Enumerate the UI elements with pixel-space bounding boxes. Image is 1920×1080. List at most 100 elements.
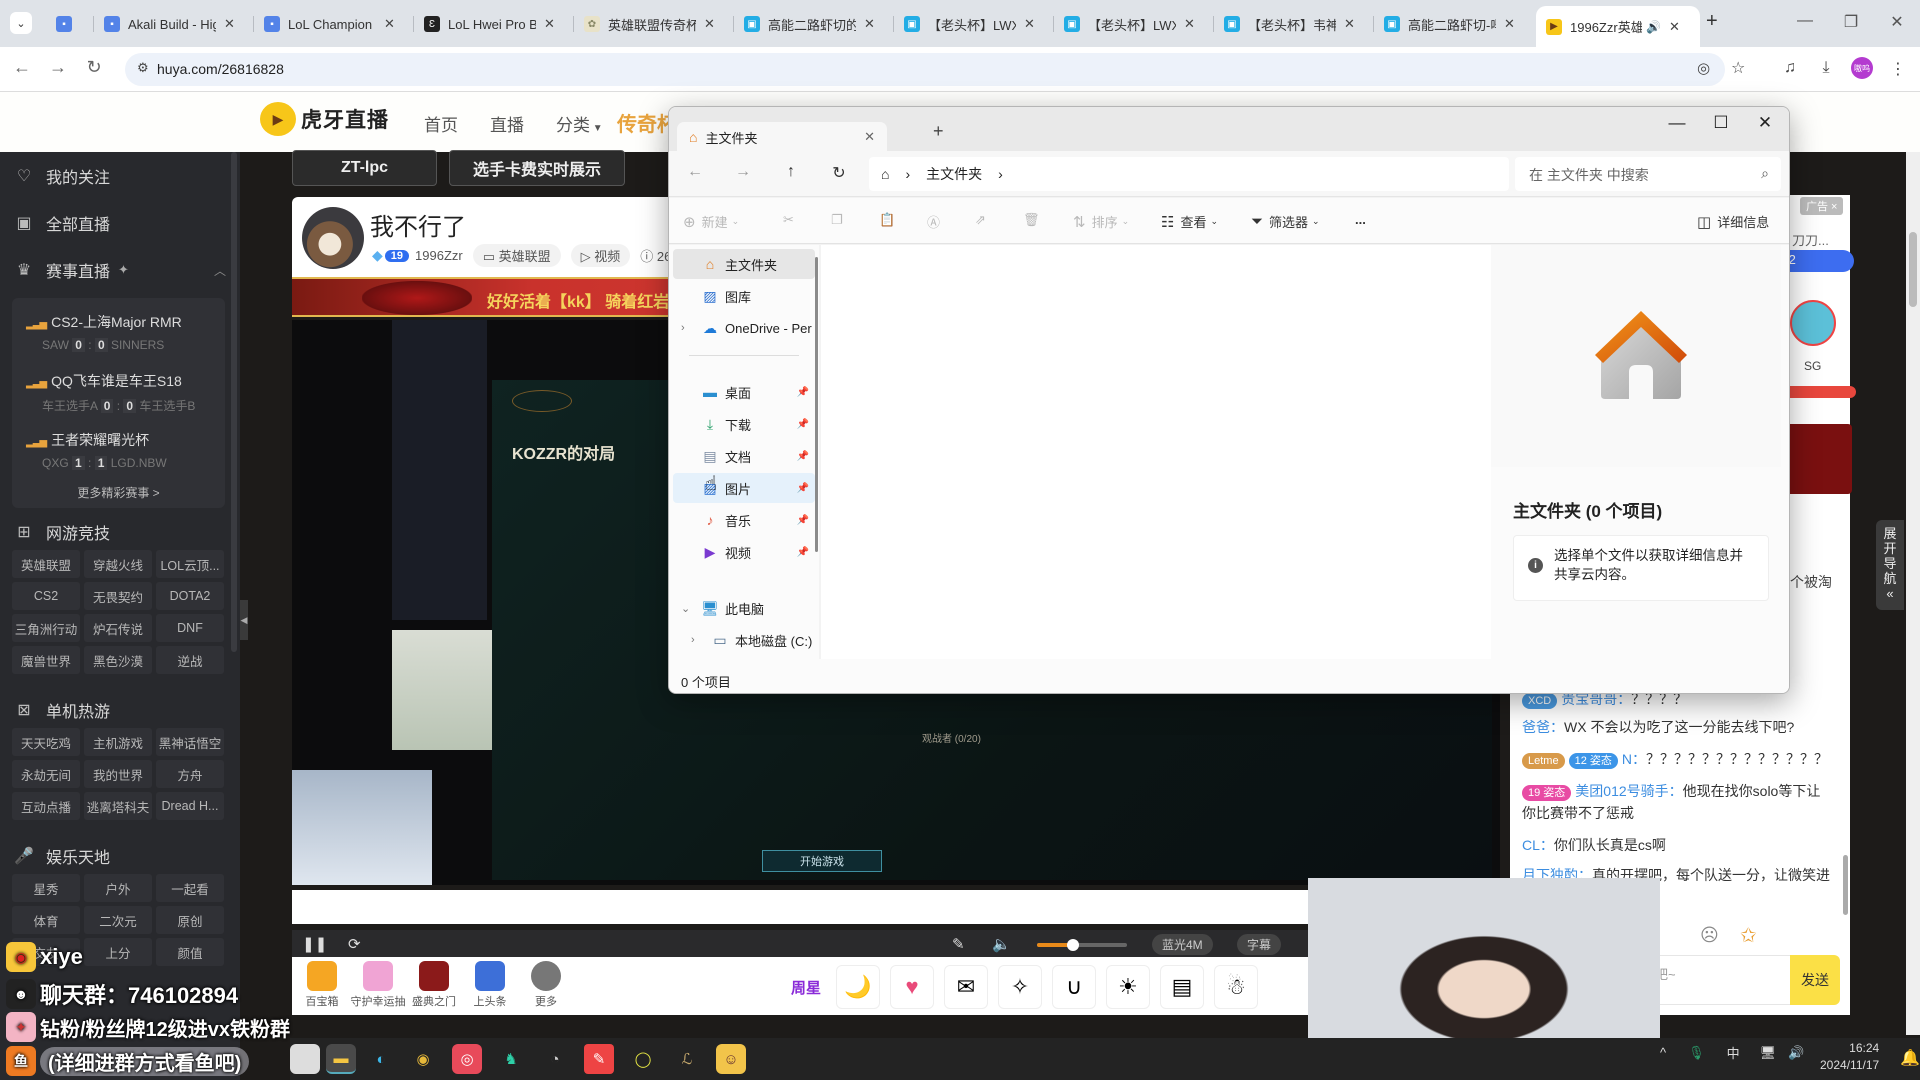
rename-icon[interactable]: Ⓐ (927, 212, 940, 231)
category-chip[interactable]: 永劫无间 (12, 760, 80, 788)
match-item[interactable]: ▂▃▅ CS2-上海Major RMR SAW 0 : 0 SINNERS (26, 312, 182, 352)
category-chip[interactable]: 方舟 (156, 760, 224, 788)
more-options-button[interactable]: ... (1355, 212, 1366, 227)
browser-tab[interactable]: Ɛ LoL Hwei Pro Bu ✕ (414, 8, 574, 40)
new-tab-button[interactable]: + (1706, 10, 1718, 33)
category-chip[interactable]: 主机游戏 (84, 728, 152, 756)
close-tab-icon[interactable]: ✕ (1344, 16, 1355, 32)
close-tab-icon[interactable]: ✕ (1184, 16, 1195, 32)
ad-close-tag[interactable]: 广告 × (1800, 197, 1844, 215)
filter-button[interactable]: ⏷ 筛选器 ⌄ (1251, 212, 1320, 231)
netease-music-icon[interactable]: ◎ (452, 1044, 482, 1074)
send-button[interactable]: 发送 (1790, 955, 1840, 1005)
app-icon[interactable]: ♞ (496, 1044, 526, 1074)
media-control-icon[interactable]: ♫ (1778, 59, 1802, 77)
section-title-single-player[interactable]: ⊠ 单机热游 (14, 698, 110, 722)
category-chip[interactable]: 我的世界 (84, 760, 152, 788)
block-effects-icon[interactable]: ✩ (1740, 923, 1757, 948)
nav-category[interactable]: 分类 ▼ (556, 111, 603, 136)
tray-chevron-icon[interactable]: ^ (1660, 1045, 1666, 1060)
details-pane-button[interactable]: ◫ 详细信息 (1697, 212, 1769, 231)
gift-magnet[interactable]: ∪ (1052, 965, 1096, 1009)
page-scrollbar-thumb[interactable] (1909, 232, 1917, 307)
subtitle-toggle[interactable]: 字幕 (1237, 934, 1282, 955)
nav-item-music[interactable]: ♪ 音乐 📌 (673, 505, 815, 535)
nav-live[interactable]: 直播 (490, 111, 524, 136)
gift-wand[interactable]: ✧ (998, 965, 1042, 1009)
league-client-icon[interactable]: ℒ (672, 1044, 702, 1074)
speaker-icon[interactable]: 🔊 (1788, 1045, 1804, 1061)
minimize-icon[interactable]: — (1655, 113, 1699, 133)
gift-heart[interactable]: ♥ (890, 965, 934, 1009)
streamer-name[interactable]: 1996Zzr (415, 248, 463, 263)
chevron-down-icon[interactable]: ⌄ (681, 602, 690, 615)
sidebar-item-esports[interactable]: ♛ 赛事直播 ✦ ︿ (14, 258, 226, 282)
profile-avatar[interactable]: 嗷呜 (1851, 57, 1873, 79)
close-tab-icon[interactable]: ✕ (1024, 16, 1035, 32)
category-chip[interactable]: 二次元 (84, 906, 152, 934)
eye-off-icon[interactable]: ◎ (1697, 59, 1710, 77)
app-icon[interactable]: ☺ (716, 1044, 746, 1074)
close-tab-icon[interactable]: ✕ (704, 16, 715, 32)
category-chip[interactable]: 颜值 (156, 938, 224, 966)
category-chip[interactable]: 黑色沙漠 (84, 646, 152, 674)
close-tab-icon[interactable]: ✕ (864, 129, 875, 145)
notification-bell-icon[interactable]: 🔔 (1900, 1048, 1920, 1068)
gift-letter[interactable]: ✉ (944, 965, 988, 1009)
edge-icon[interactable]: ◐ (366, 1044, 396, 1074)
gift-cat[interactable]: ☀ (1106, 965, 1150, 1009)
category-chip[interactable]: 星秀 (12, 874, 80, 902)
category-chip[interactable]: 原创 (156, 906, 224, 934)
browser-tab[interactable]: ✿英雄联盟传奇杯S✕ (574, 8, 734, 40)
microphone-tray-icon[interactable]: 🎙 (1688, 1045, 1705, 1061)
cut-icon[interactable]: ✂ (783, 212, 794, 228)
nav-item-home[interactable]: ⌂ 主文件夹 (673, 249, 815, 279)
nav-item-gallery[interactable]: ▨ 图库 (673, 281, 815, 311)
category-chip[interactable]: 英雄联盟 (12, 550, 80, 578)
volume-icon[interactable]: 🔈 (992, 935, 1011, 953)
pin-icon[interactable]: 📌 (797, 483, 809, 494)
obs-icon[interactable]: ◔ (540, 1044, 570, 1074)
close-tab-icon[interactable]: ✕ (864, 16, 875, 32)
gift-weekly-star[interactable]: 周星 (784, 965, 828, 1009)
block-emoji-icon[interactable]: ☹ (1700, 925, 1719, 946)
gift-moon[interactable]: 🌙 (836, 965, 880, 1009)
home-icon[interactable]: ⌂ (881, 166, 889, 182)
download-icon[interactable]: ⤓ (1814, 59, 1838, 77)
category-chip[interactable]: 逆战 (156, 646, 224, 674)
chevron-right-icon[interactable]: › (691, 634, 695, 646)
bookmark-star-icon[interactable]: ☆ (1731, 58, 1745, 78)
new-tab-button[interactable]: + (933, 121, 944, 142)
up-icon[interactable]: ↑ (781, 163, 801, 181)
chat-scrollbar[interactable] (1843, 855, 1848, 915)
breadcrumb-separator-icon[interactable]: › (905, 166, 910, 182)
network-icon[interactable]: 🖥 (1760, 1045, 1777, 1061)
breadcrumb-separator-icon[interactable]: › (998, 166, 1003, 182)
page-scrollbar[interactable] (1906, 152, 1920, 1035)
browser-tab[interactable]: ▪ LoL Champion : ✕ (254, 8, 414, 40)
refresh-icon[interactable]: ⟳ (348, 935, 361, 953)
volume-knob[interactable] (1067, 939, 1079, 951)
more-matches-link[interactable]: 更多精彩赛事 > (12, 484, 225, 501)
category-chip[interactable]: 户外 (84, 874, 152, 902)
category-chip[interactable]: DNF (156, 614, 224, 642)
category-chip[interactable]: 互动点播 (12, 792, 80, 820)
restore-icon[interactable]: ❐ (1828, 12, 1874, 32)
category-chip[interactable]: 魔兽世界 (12, 646, 80, 674)
nav-item-onedrive[interactable]: › ☁ OneDrive - Per (673, 313, 815, 343)
app-icon[interactable]: ◯ (628, 1044, 658, 1074)
app-icon[interactable]: ✎ (584, 1044, 614, 1074)
collapse-sidebar-handle[interactable]: ◀ (240, 600, 248, 640)
url-text[interactable]: huya.com/26816828 (157, 61, 284, 77)
gift-tool-lucky-draw[interactable]: 守护幸运抽 (348, 961, 408, 1009)
close-tab-icon[interactable]: ✕ (544, 16, 555, 32)
pause-icon[interactable]: ❚❚ (302, 935, 327, 953)
maximize-icon[interactable]: ☐ (1699, 113, 1743, 133)
explorer-tab[interactable]: ⌂ 主文件夹 ✕ (677, 122, 887, 152)
share-icon[interactable]: ⇗ (975, 212, 986, 228)
forward-icon[interactable]: → (733, 163, 753, 181)
gift-card[interactable]: ▤ (1160, 965, 1204, 1009)
huya-logo[interactable]: ▶ 虎牙直播 (260, 102, 389, 136)
browser-tab[interactable]: ▣ 【老头杯】LWX ✕ (894, 8, 1054, 40)
gift-tool-more[interactable]: 更多 (516, 961, 576, 1009)
